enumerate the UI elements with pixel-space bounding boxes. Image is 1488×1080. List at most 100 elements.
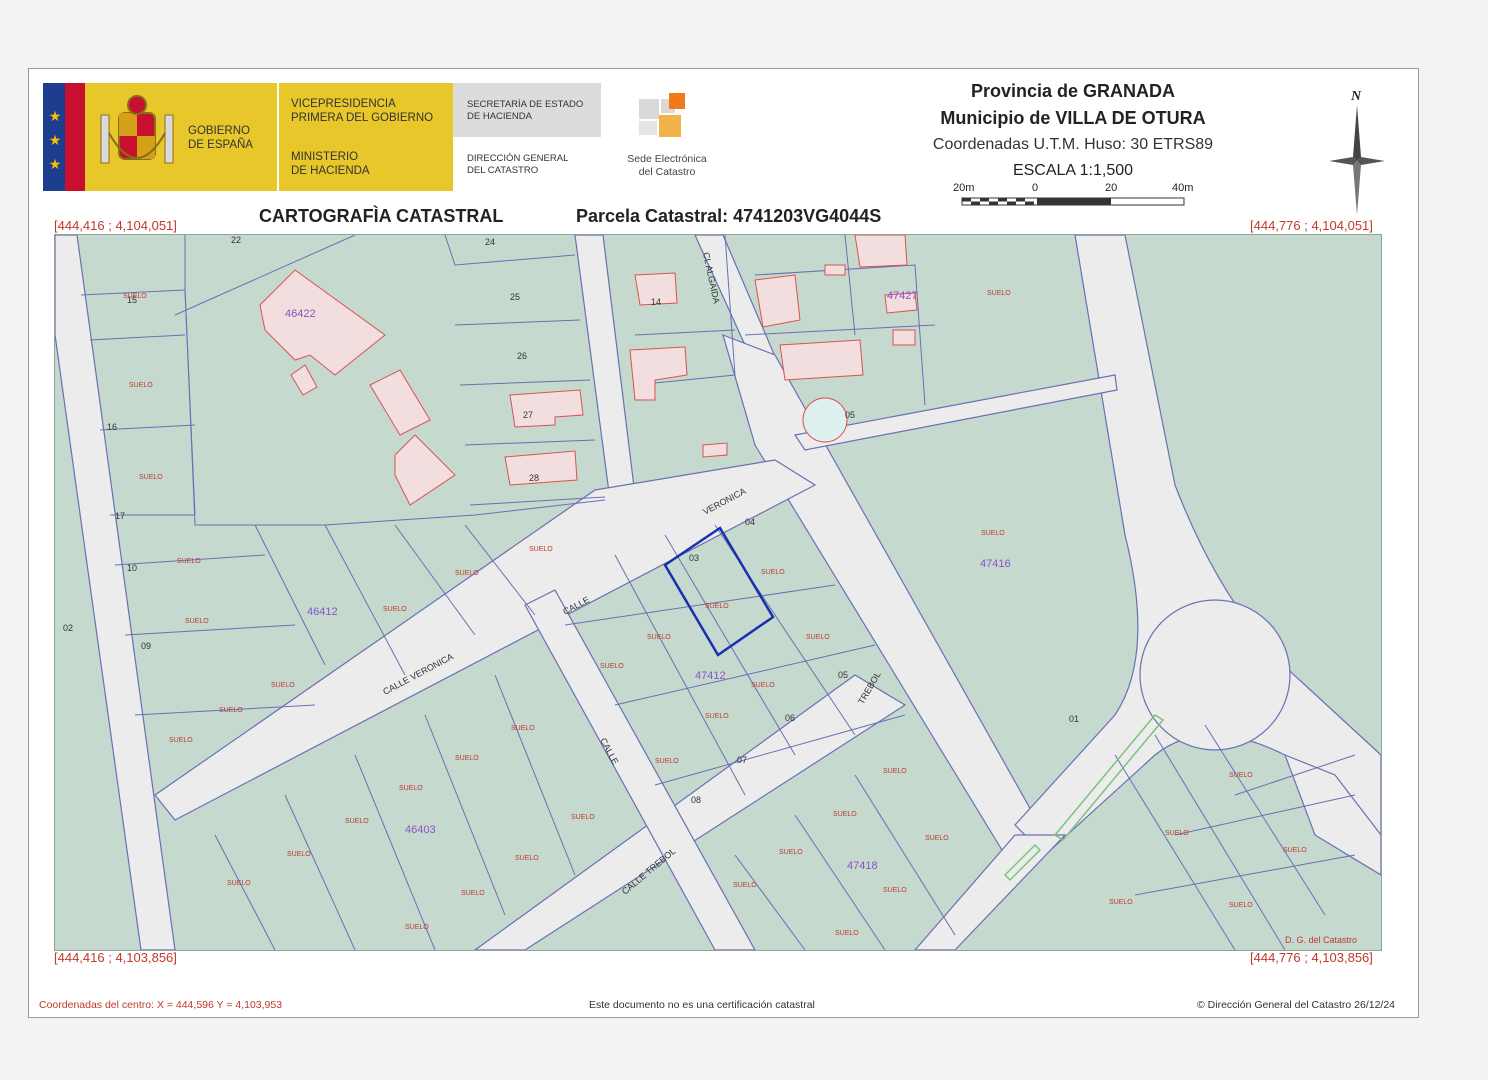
- parcel-05: 05: [838, 670, 848, 680]
- gov-line1: GOBIERNO: [188, 125, 250, 137]
- dg-line1: DIRECCIÓN GENERAL: [467, 153, 569, 164]
- scale-tick-0: 20m: [953, 182, 975, 194]
- soil-label: SUELO: [705, 713, 729, 720]
- corner-bottom-left: [444,416 ; 4,103,856]: [54, 950, 177, 965]
- soil-label: SUELO: [1229, 902, 1253, 909]
- soil-label: SUELO: [1165, 830, 1189, 837]
- parcel-16: 16: [107, 422, 117, 432]
- vice-line1: VICEPRESIDENCIA: [291, 98, 396, 110]
- parcel-03: 03: [689, 553, 699, 563]
- soil-label: SUELO: [806, 634, 830, 641]
- parcel-08: 08: [691, 795, 701, 805]
- soil-label: SUELO: [515, 855, 539, 862]
- block-46412: 46412: [307, 606, 338, 618]
- parcel-17: 17: [115, 511, 125, 521]
- soil-label: SUELO: [571, 814, 595, 821]
- soil-label: SUELO: [751, 682, 775, 689]
- roads: [55, 235, 1381, 950]
- corner-bottom-right: [444,776 ; 4,103,856]: [1250, 950, 1373, 965]
- province-title: Provincia de GRANADA: [970, 81, 1176, 101]
- soil-label: SUELO: [981, 530, 1005, 537]
- block-47412: 47412: [695, 670, 726, 682]
- scale-tick-3: 40m: [1172, 182, 1194, 194]
- soil-label: SUELO: [705, 603, 729, 610]
- soil-label: SUELO: [761, 569, 785, 576]
- coat-of-arms-icon: [100, 95, 174, 164]
- corner-top-left: [444,416 ; 4,104,051]: [54, 218, 177, 233]
- parcel-06: 06: [785, 713, 795, 723]
- soil-label: SUELO: [383, 606, 407, 613]
- sede-line1: Sede Electrónica: [627, 153, 707, 165]
- north-arrow-icon: [1329, 105, 1385, 215]
- soil-label: SUELO: [345, 818, 369, 825]
- vice-line2: PRIMERA DEL GOBIERNO: [291, 112, 434, 124]
- corner-top-right: [444,776 ; 4,104,051]: [1250, 218, 1373, 233]
- soil-label: SUELO: [177, 558, 201, 565]
- soil-label: SUELO: [600, 663, 624, 670]
- soil-label: SUELO: [185, 618, 209, 625]
- soil-label: SUELO: [655, 758, 679, 765]
- soil-label: SUELO: [1283, 847, 1307, 854]
- soil-label: SUELO: [1109, 899, 1133, 906]
- gov-line2: DE ESPAÑA: [188, 139, 253, 151]
- parcel-14: 14: [651, 297, 661, 307]
- parcel-26: 26: [517, 351, 527, 361]
- north-label: N: [1351, 89, 1362, 104]
- soil-label: SUELO: [219, 707, 243, 714]
- block-47416: 47416: [980, 558, 1011, 570]
- parcel-25: 25: [510, 292, 520, 302]
- soil-label: SUELO: [123, 293, 147, 300]
- parcel-04: 04: [745, 517, 755, 527]
- soil-label: SUELO: [987, 290, 1011, 297]
- cadastral-map[interactable]: 46422 46412 46403 47412 47416 47418 4742…: [54, 234, 1382, 951]
- soil-label: SUELO: [883, 887, 907, 894]
- soil-label: SUELO: [1229, 772, 1253, 779]
- government-logo-block: GOBIERNO DE ESPAÑA VICEPRESIDENCIA PRIME…: [85, 83, 453, 191]
- soil-label: SUELO: [779, 849, 803, 856]
- cartography-title: CARTOGRAFÌA CATASTRAL: [259, 206, 504, 226]
- map-canvas[interactable]: 46422 46412 46403 47412 47416 47418 4742…: [55, 235, 1381, 950]
- sede-line2: del Catastro: [638, 166, 696, 178]
- coords-system: Coordenadas U.T.M. Huso: 30 ETRS89: [932, 136, 1214, 153]
- soil-label: SUELO: [925, 835, 949, 842]
- sec-line2: DE HACIENDA: [467, 111, 532, 122]
- min-line1: MINISTERIO: [291, 151, 359, 163]
- soil-label: SUELO: [455, 570, 479, 577]
- soil-label: SUELO: [833, 811, 857, 818]
- dg-line2: DEL CATASTRO: [467, 165, 539, 176]
- soil-label: SUELO: [287, 851, 311, 858]
- soil-label: SUELO: [169, 737, 193, 744]
- block-46403: 46403: [405, 824, 436, 836]
- disclaimer: Este documento no es una certificación c…: [589, 999, 815, 1011]
- block-47427: 47427: [887, 290, 918, 302]
- sede-electronica-icon: [639, 93, 685, 137]
- soil-label: SUELO: [129, 382, 153, 389]
- parcel-01: 01: [1069, 714, 1079, 724]
- soil-label: SUELO: [227, 880, 251, 887]
- parcel-28: 28: [529, 473, 539, 483]
- soil-label: SUELO: [455, 755, 479, 762]
- parcel-09: 09: [141, 641, 151, 651]
- soil-label: SUELO: [511, 725, 535, 732]
- copyright: © Dirección General del Catastro 26/12/2…: [1197, 999, 1396, 1011]
- parcel-24: 24: [485, 237, 495, 247]
- municipality-title: Municipio de VILLA DE OTURA: [940, 108, 1206, 128]
- soil-label: SUELO: [529, 546, 553, 553]
- scale-tick-2: 20: [1105, 182, 1118, 194]
- block-46422: 46422: [285, 308, 316, 320]
- secretary-block: SECRETARÍA DE ESTADO DE HACIENDA: [453, 83, 601, 137]
- soil-label: SUELO: [405, 924, 429, 931]
- center-coords: Coordenadas del centro: X = 444,596 Y = …: [39, 999, 283, 1011]
- soil-label: SUELO: [733, 882, 757, 889]
- min-line2: DE HACIENDA: [291, 165, 370, 177]
- parcel-10: 10: [127, 563, 137, 573]
- soil-label: SUELO: [647, 634, 671, 641]
- parcel-22: 22: [231, 235, 241, 245]
- scale-label: ESCALA 1:1,500: [1012, 162, 1134, 179]
- watermark: D. G. del Catastro: [1285, 935, 1357, 945]
- parcel-27: 27: [523, 410, 533, 420]
- spain-flag-emblem: ★ ★ ★: [43, 83, 85, 191]
- parcel-05-dep: 05: [845, 410, 855, 420]
- soil-label: SUELO: [271, 682, 295, 689]
- scale-bar: [961, 197, 1185, 206]
